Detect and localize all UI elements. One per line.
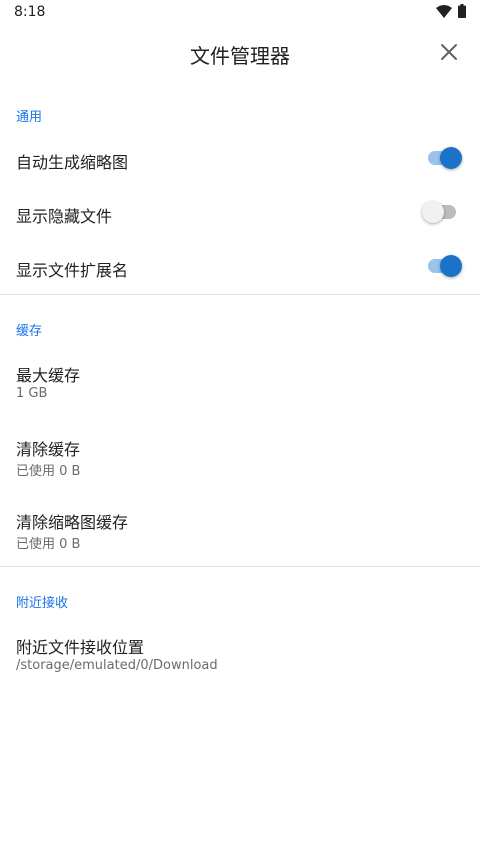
auto-thumbnails-toggle[interactable] [426, 147, 462, 169]
setting-title: 自动生成缩略图 [16, 153, 129, 172]
app-bar: 文件管理器 [0, 26, 480, 82]
switch-thumb [422, 201, 444, 223]
divider [0, 566, 480, 567]
setting-title: 附近文件接收位置 [16, 638, 145, 657]
setting-title: 清除缓存 [16, 440, 81, 459]
section-header-nearby: 附近接收 [16, 596, 69, 611]
setting-title: 显示文件扩展名 [16, 261, 129, 280]
section-header-general: 通用 [16, 110, 43, 125]
divider [0, 294, 480, 295]
setting-show-extensions[interactable]: 显示文件扩展名 [0, 244, 480, 290]
section-header-cache: 缓存 [16, 324, 43, 339]
setting-auto-thumbnails[interactable]: 自动生成缩略图 [0, 136, 480, 182]
close-button[interactable] [438, 41, 460, 63]
setting-clear-cache[interactable]: 清除缓存 已使用 0 B [0, 430, 480, 486]
page-title: 文件管理器 [190, 44, 290, 68]
battery-icon [458, 3, 466, 22]
close-icon [438, 44, 460, 67]
status-time: 8:18 [14, 4, 46, 20]
switch-thumb [440, 255, 462, 277]
switch-thumb [440, 147, 462, 169]
setting-title: 最大缓存 [16, 366, 81, 385]
wifi-icon [436, 3, 452, 22]
setting-title: 显示隐藏文件 [16, 207, 113, 226]
setting-subtitle: 1 GB [16, 386, 48, 401]
setting-title: 清除缩略图缓存 [16, 513, 129, 532]
setting-subtitle: 已使用 0 B [16, 537, 81, 552]
setting-clear-thumbnail-cache[interactable]: 清除缩略图缓存 已使用 0 B [0, 503, 480, 559]
setting-show-hidden[interactable]: 显示隐藏文件 [0, 190, 480, 236]
setting-subtitle: 已使用 0 B [16, 464, 81, 479]
status-icons [436, 3, 466, 22]
show-hidden-toggle[interactable] [422, 201, 460, 223]
status-bar: 8:18 [0, 0, 480, 26]
setting-nearby-location[interactable]: 附近文件接收位置 /storage/emulated/0/Download [0, 628, 480, 684]
show-extensions-toggle[interactable] [426, 255, 462, 277]
setting-subtitle: /storage/emulated/0/Download [16, 658, 218, 673]
setting-max-cache[interactable]: 最大缓存 1 GB [0, 356, 480, 412]
